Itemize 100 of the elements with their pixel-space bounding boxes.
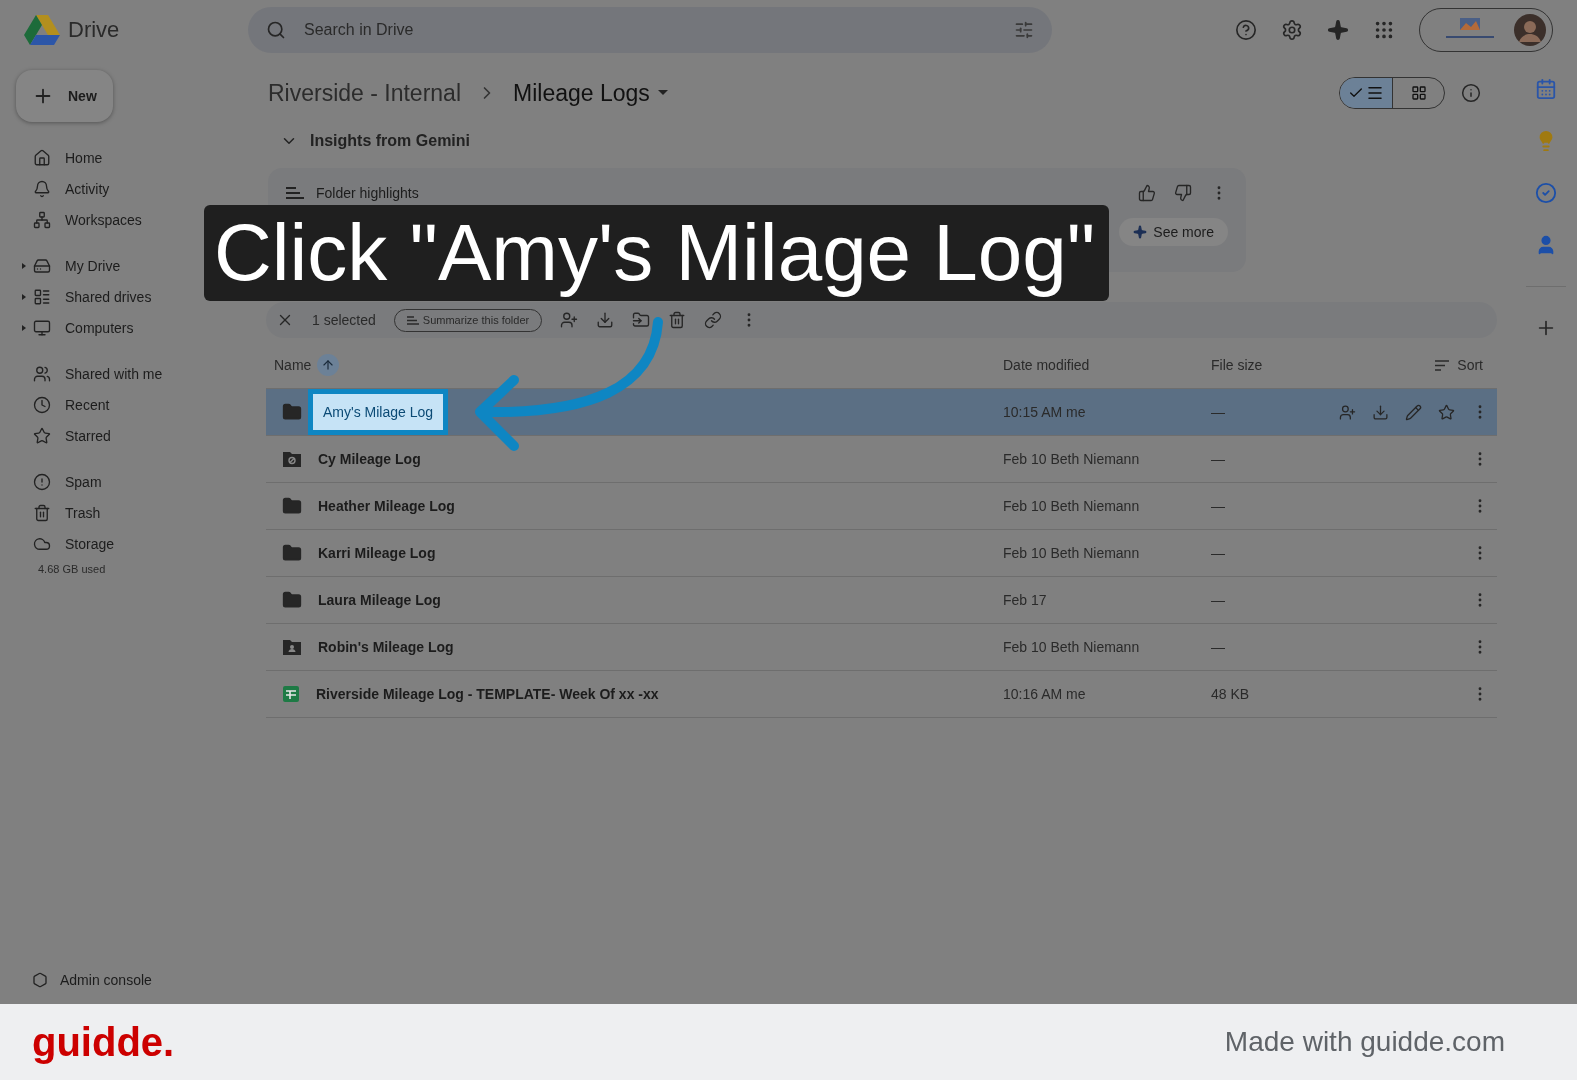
list-view-button[interactable] <box>1340 78 1392 108</box>
help-icon[interactable] <box>1235 19 1257 41</box>
sidebar-item[interactable]: Workspaces <box>0 204 150 235</box>
sidebar-item[interactable]: Recent <box>0 389 118 420</box>
share-icon[interactable] <box>560 311 579 329</box>
file-row[interactable]: Karri Mileage Log Feb 10 Beth Niemann — <box>266 530 1497 577</box>
sidebar-item[interactable]: Starred <box>0 420 119 451</box>
list-icon <box>406 315 419 325</box>
file-name: Amy's Milage Log <box>308 389 449 435</box>
bell-icon <box>33 179 51 198</box>
file-name: Riverside Mileage Log - TEMPLATE- Week Of xx -xx <box>316 686 659 702</box>
new-button[interactable]: New <box>16 70 113 122</box>
sidebar-item[interactable]: Trash <box>0 497 109 528</box>
file-row[interactable]: Laura Mileage Log Feb 17 — <box>266 577 1497 624</box>
modified-cell: Feb 17 <box>1003 592 1047 608</box>
link-icon[interactable] <box>704 311 723 329</box>
file-row[interactable]: Riverside Mileage Log - TEMPLATE- Week Of xx -xx 10:16 AM me 48 KB <box>266 671 1497 718</box>
drive-logo-icon <box>24 14 60 46</box>
file-name: Laura Mileage Log <box>318 592 441 608</box>
spreadsheet-icon <box>282 685 300 703</box>
move-icon[interactable] <box>632 311 651 329</box>
search-input[interactable]: Search in Drive <box>302 20 998 40</box>
thumbs-up-icon[interactable] <box>1138 184 1156 202</box>
breadcrumb-item[interactable]: Riverside - Internal <box>268 79 462 107</box>
search-field[interactable]: Search in Drive <box>248 7 1052 53</box>
people-icon <box>33 364 51 383</box>
folder-icon <box>282 638 302 656</box>
sparkle-icon <box>1133 225 1148 239</box>
file-row[interactable]: Amy's Milage Log 10:15 AM me — <box>266 389 1497 436</box>
modified-cell: Feb 10 Beth Niemann <box>1003 639 1140 655</box>
size-cell: 48 KB <box>1211 686 1250 702</box>
sort-lines-icon <box>1435 359 1450 371</box>
download-icon[interactable] <box>596 311 615 329</box>
info-icon[interactable] <box>1461 83 1481 103</box>
breadcrumb-item[interactable]: Mileage Logs <box>513 79 650 107</box>
sort-direction-button[interactable] <box>317 354 340 376</box>
file-name: Heather Mileage Log <box>318 498 455 514</box>
see-more-button[interactable]: See more <box>1119 218 1228 246</box>
file-row[interactable]: Robin's Mileage Log Feb 10 Beth Niemann — <box>266 624 1497 671</box>
folder-icon <box>282 450 302 468</box>
trash-icon[interactable] <box>668 311 687 329</box>
size-cell: — <box>1211 592 1225 608</box>
size-cell: — <box>1211 639 1225 655</box>
selection-count: 1 selected <box>312 312 376 328</box>
star-icon <box>33 426 51 445</box>
size-cell: — <box>1211 404 1225 420</box>
folder-icon <box>282 496 302 516</box>
clock-icon <box>33 395 51 414</box>
column-header[interactable]: Name <box>274 357 312 373</box>
admin-console-link[interactable]: Admin console <box>0 972 248 988</box>
share-icon[interactable] <box>1339 403 1356 421</box>
modified-cell: Feb 10 Beth Niemann <box>1003 545 1140 561</box>
file-name: Robin's Mileage Log <box>318 639 454 655</box>
card-title: Folder highlights <box>316 185 419 201</box>
check-circle-icon[interactable] <box>1535 182 1557 204</box>
sidebar-item[interactable]: Storage <box>0 528 123 559</box>
file-name: Cy Mileage Log <box>318 451 421 467</box>
apps-grid-icon[interactable] <box>1373 19 1395 41</box>
alert-icon <box>33 472 51 491</box>
modified-cell: 10:16 AM me <box>1003 686 1086 702</box>
hexagon-icon <box>32 972 48 988</box>
file-row[interactable]: Cy Mileage Log Feb 10 Beth Niemann — <box>266 436 1497 483</box>
file-name: Karri Mileage Log <box>318 545 436 561</box>
sidebar-item[interactable]: Computers <box>0 312 142 343</box>
insights-toggle[interactable]: Insights from Gemini <box>266 118 1497 164</box>
monitor-icon <box>33 318 51 337</box>
modified-cell: 10:15 AM me <box>1003 404 1086 420</box>
size-cell: — <box>1211 545 1225 561</box>
star-icon[interactable] <box>1438 403 1455 421</box>
search-icon <box>266 20 286 40</box>
nodes-icon <box>33 210 51 229</box>
sidebar-item[interactable]: Spam <box>0 466 110 497</box>
list-icon <box>1366 84 1384 102</box>
home-icon <box>33 148 51 167</box>
column-header: File size <box>1211 357 1264 373</box>
thumbs-down-icon[interactable] <box>1174 184 1192 202</box>
sparkle-icon[interactable] <box>1327 19 1349 41</box>
download-icon[interactable] <box>1372 403 1389 421</box>
modified-cell: Feb 10 Beth Niemann <box>1003 498 1140 514</box>
sidebar-item[interactable]: My Drive <box>0 250 129 281</box>
sidebar-item[interactable]: Home <box>0 142 111 173</box>
sidebar-item[interactable]: Shared drives <box>0 281 160 312</box>
grid-icon <box>1410 85 1427 101</box>
sidebar-item[interactable]: Shared with me <box>0 358 171 389</box>
folder-icon <box>282 590 302 610</box>
drive-icon <box>33 256 51 275</box>
dropdown-caret-icon[interactable] <box>657 90 668 96</box>
brand-logo: guidde. <box>32 1019 175 1065</box>
size-cell: — <box>1211 498 1225 514</box>
sort-button[interactable]: Sort <box>1429 356 1489 374</box>
avatar <box>1514 14 1546 46</box>
filter-icon[interactable] <box>1014 20 1034 40</box>
trash-icon <box>33 503 51 522</box>
pencil-icon[interactable] <box>1405 403 1422 421</box>
sidebar-item[interactable]: Activity <box>0 173 118 204</box>
file-row[interactable]: Heather Mileage Log Feb 10 Beth Niemann — <box>266 483 1497 530</box>
storage-used: 4.68 GB used <box>37 563 107 575</box>
credit-text: Made with guidde.com <box>1224 1026 1505 1058</box>
modified-cell: Feb 10 Beth Niemann <box>1003 451 1140 467</box>
settings-icon[interactable] <box>1281 19 1303 41</box>
